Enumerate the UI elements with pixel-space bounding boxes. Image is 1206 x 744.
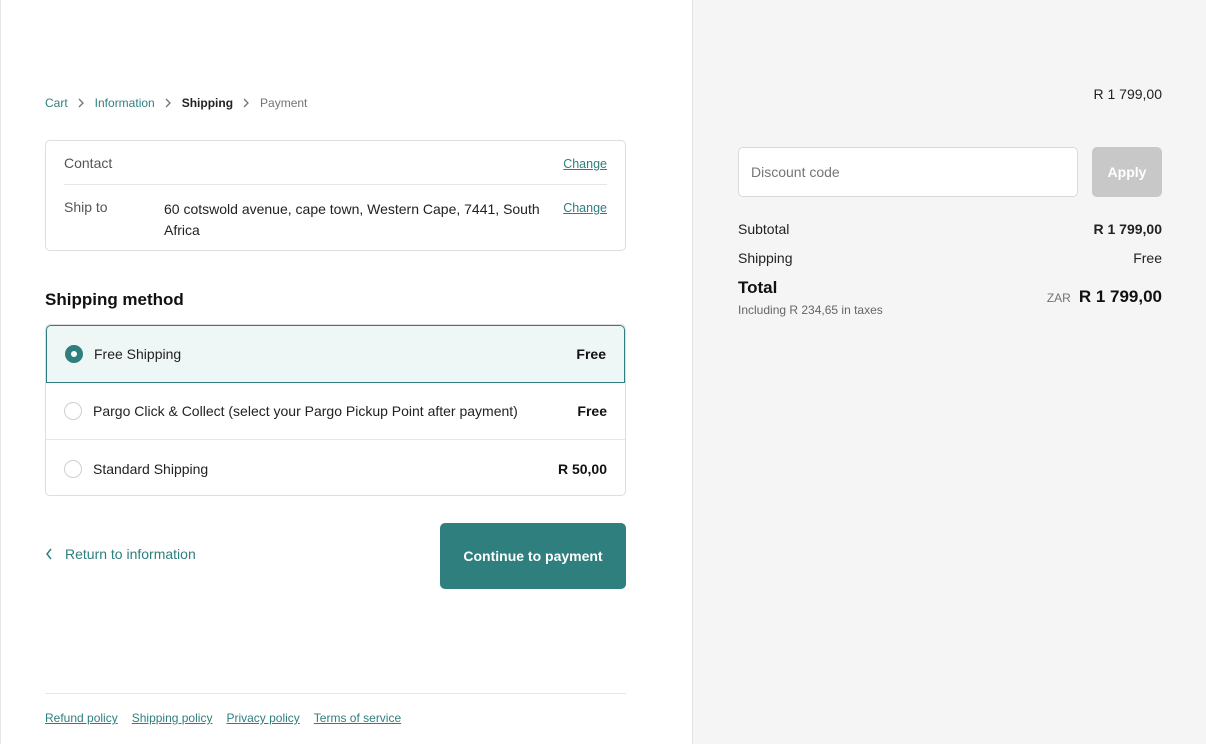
privacy-policy-link[interactable]: Privacy policy <box>226 711 299 725</box>
breadcrumb-cart[interactable]: Cart <box>45 96 68 110</box>
continue-to-payment-button[interactable]: Continue to payment <box>440 523 626 589</box>
chevron-left-icon <box>46 548 52 560</box>
footer-links: Refund policy Shipping policy Privacy po… <box>45 711 415 725</box>
checkout-main-panel: Cart Information Shipping Payment Contac… <box>0 0 692 744</box>
ship-to-label: Ship to <box>64 199 108 215</box>
radio-unchecked-icon[interactable] <box>64 459 82 478</box>
return-to-information-link[interactable]: Return to information <box>45 546 196 562</box>
chevron-right-icon <box>243 98 250 108</box>
chevron-right-icon <box>165 98 172 108</box>
footer-divider <box>45 693 626 694</box>
subtotal-row: Subtotal R 1 799,00 <box>738 221 1162 237</box>
shipping-option-standard[interactable]: Standard Shipping R 50,00 <box>46 440 625 495</box>
return-label: Return to information <box>65 546 196 562</box>
shipping-option-label: Pargo Click & Collect (select your Pargo… <box>93 403 518 419</box>
radio-checked-icon[interactable] <box>65 345 83 363</box>
shipping-row: Shipping Free <box>738 250 1162 266</box>
order-top-price: R 1 799,00 <box>1093 86 1163 102</box>
total-amount: R 1 799,00 <box>1078 287 1162 306</box>
shipping-option-free[interactable]: Free Shipping Free <box>46 325 625 383</box>
shipping-option-label: Free Shipping <box>94 346 182 362</box>
terms-of-service-link[interactable]: Terms of service <box>314 711 401 725</box>
contact-row: Contact Change <box>64 155 607 185</box>
shipping-option-pargo[interactable]: Pargo Click & Collect (select your Pargo… <box>46 383 625 440</box>
contact-label: Contact <box>64 155 113 171</box>
ship-to-address: 60 cotswold avenue, cape town, Western C… <box>164 201 540 238</box>
shipping-method-title: Shipping method <box>45 290 184 309</box>
contact-change-link[interactable]: Change <box>563 155 607 184</box>
shipping-option-price: Free <box>577 403 607 419</box>
breadcrumb-payment: Payment <box>260 96 308 110</box>
subtotal-label: Subtotal <box>738 221 790 237</box>
breadcrumb-information[interactable]: Information <box>95 96 155 110</box>
discount-code-input[interactable] <box>738 147 1078 197</box>
subtotal-value: R 1 799,00 <box>1093 221 1163 237</box>
apply-discount-button[interactable]: Apply <box>1092 147 1162 197</box>
radio-unchecked-icon[interactable] <box>64 402 82 420</box>
ship-to-change-link[interactable]: Change <box>563 199 607 241</box>
breadcrumb: Cart Information Shipping Payment <box>45 96 307 110</box>
total-value: ZAR R 1 799,00 <box>1047 287 1162 307</box>
shipping-option-price: Free <box>576 346 606 362</box>
contact-value <box>164 155 563 184</box>
order-summary-panel: R 1 799,00 Apply Subtotal R 1 799,00 Shi… <box>692 0 1206 744</box>
shipping-value: Free <box>1133 250 1162 266</box>
shipping-label: Shipping <box>738 250 793 266</box>
shipping-option-price: R 50,00 <box>557 460 607 477</box>
tax-note: Including R 234,65 in taxes <box>738 303 883 317</box>
currency-code: ZAR <box>1046 291 1071 305</box>
chevron-right-icon <box>78 98 85 108</box>
shipping-option-label: Standard Shipping <box>93 460 209 477</box>
review-info-box: Contact Change Ship to 60 cotswold avenu… <box>45 140 626 251</box>
shipping-options: Free Shipping Free Pargo Click & Collect… <box>45 324 626 496</box>
ship-to-row: Ship to 60 cotswold avenue, cape town, W… <box>64 199 607 241</box>
total-label: Total <box>738 278 778 297</box>
shipping-policy-link[interactable]: Shipping policy <box>132 711 213 725</box>
refund-policy-link[interactable]: Refund policy <box>45 711 118 725</box>
breadcrumb-shipping: Shipping <box>181 96 234 110</box>
